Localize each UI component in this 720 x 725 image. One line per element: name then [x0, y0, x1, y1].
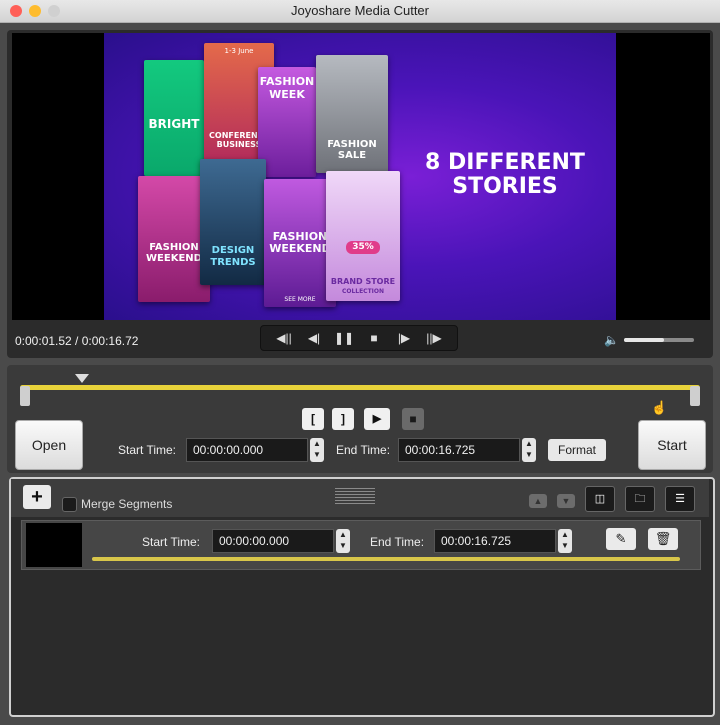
merge-segments-checkbox[interactable] [62, 497, 77, 512]
stop-preview-icon[interactable]: ■ [402, 408, 424, 430]
segment-thumbnail [26, 523, 82, 567]
output-folder-icon[interactable]: 🗀 [625, 486, 655, 512]
next-segment-icon[interactable]: ||▶ [423, 331, 445, 345]
video-card-design-trends: DESIGN TRENDS [200, 159, 266, 285]
segment-start-time-label: Start Time: [142, 535, 201, 549]
title-bar: Joyoshare Media Cutter [0, 0, 720, 23]
mark-out-button[interactable]: ] [332, 408, 354, 430]
stop-icon[interactable]: ■ [363, 331, 385, 345]
start-button[interactable]: Start [638, 420, 706, 470]
timecode-display: 0:00:01.52 / 0:00:16.72 [15, 334, 139, 348]
start-time-label: Start Time: [118, 443, 177, 457]
edit-segment-icon[interactable]: ✎ [606, 528, 636, 550]
delete-segment-icon[interactable]: 🗑 [648, 528, 678, 550]
panel-resize-grip[interactable] [335, 488, 375, 504]
start-time-input[interactable] [186, 438, 308, 462]
video-frame: BRIGHT 1-3 June CONFERENCE BUSINESS FASH… [104, 33, 616, 320]
segment-start-time-input[interactable] [212, 529, 334, 553]
move-segment-up-icon[interactable]: ▲ [529, 494, 547, 508]
move-segment-down-icon[interactable]: ▼ [557, 494, 575, 508]
timeline-start-handle[interactable] [20, 386, 30, 406]
segment-row[interactable] [21, 520, 701, 570]
volume-icon[interactable]: 🔈 [604, 333, 619, 347]
segment-end-time-stepper[interactable]: ▲ ▼ [558, 529, 572, 553]
segment-end-time-input[interactable] [434, 529, 556, 553]
start-time-stepper[interactable]: ▲ ▼ [310, 438, 324, 462]
segment-start-time-stepper[interactable]: ▲ ▼ [336, 529, 350, 553]
format-button[interactable]: Format [548, 439, 606, 461]
video-headline-line1: 8 DIFFERENT [425, 150, 585, 175]
playhead-marker[interactable] [74, 374, 89, 383]
video-card-caption: BRIGHT [148, 117, 200, 131]
preview-segment-icon[interactable]: ▶ [364, 408, 390, 430]
mouse-cursor-icon: ☝ [651, 400, 668, 415]
video-card-caption: FASHION WEEK [259, 75, 315, 101]
volume-slider-fill [624, 338, 664, 342]
video-card-caption: FASHION SALE [327, 139, 377, 161]
step-forward-icon[interactable]: |▶ [393, 331, 415, 345]
merge-segments-label: Merge Segments [81, 497, 173, 511]
video-card-badge: 35% [346, 241, 380, 254]
video-card-fashion-week: FASHION WEEK [258, 67, 316, 177]
effects-icon[interactable]: ◫ [585, 486, 615, 512]
end-time-label: End Time: [336, 443, 391, 457]
segment-end-time-label: End Time: [370, 535, 425, 549]
pause-icon[interactable]: ❚❚ [333, 331, 355, 345]
video-card-brand-store: 35% BRAND STORE COLLECTION [326, 171, 400, 301]
open-button[interactable]: Open [15, 420, 83, 470]
end-time-input[interactable] [398, 438, 520, 462]
mark-in-button[interactable]: [ [302, 408, 324, 430]
video-card-date: 1-3 June [224, 47, 254, 55]
video-headline-line2: STORIES [452, 174, 558, 199]
previous-segment-icon[interactable]: ◀|| [273, 331, 295, 345]
end-time-stepper[interactable]: ▲ ▼ [522, 438, 536, 462]
video-card-caption: DESIGN TRENDS [210, 245, 256, 268]
step-back-icon[interactable]: ◀| [303, 331, 325, 345]
timeline-end-handle[interactable] [690, 386, 700, 406]
video-card-bright: BRIGHT [144, 60, 204, 176]
segment-range-bar [92, 557, 680, 561]
segment-list-icon[interactable]: ☰ [665, 486, 695, 512]
timeline-track[interactable] [20, 385, 700, 390]
add-segment-button[interactable]: + [23, 485, 51, 509]
video-headline: 8 DIFFERENT STORIES [410, 151, 600, 199]
video-card-subcaption: COLLECTION [341, 288, 385, 295]
video-card-fashion-sale: FASHION SALE [316, 55, 388, 173]
window-title: Joyoshare Media Cutter [290, 3, 429, 18]
transport-controls: ◀|| ◀| ❚❚ ■ |▶ ||▶ [260, 325, 458, 351]
